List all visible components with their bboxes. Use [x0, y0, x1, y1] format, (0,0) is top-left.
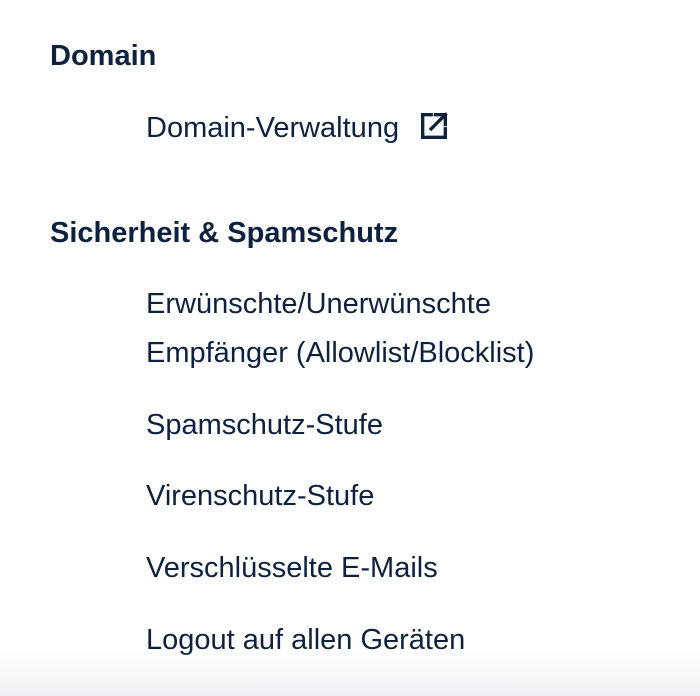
spam-protection-level-link[interactable]: Spamschutz-Stufe [146, 401, 383, 450]
allowlist-blocklist-link[interactable]: Erwünschte/Unerwünschte Empfänger (Allow… [146, 280, 606, 378]
logout-all-devices-link[interactable]: Logout auf allen Geräten [146, 616, 465, 665]
domain-management-link[interactable]: Domain-Verwaltung [146, 104, 451, 153]
section-heading-domain: Domain [50, 40, 157, 72]
virus-protection-level-link[interactable]: Virenschutz-Stufe [146, 472, 374, 521]
section-heading-security: Sicherheit & Spamschutz [50, 217, 399, 249]
encrypted-emails-link[interactable]: Verschlüsselte E-Mails [146, 544, 438, 593]
external-link-icon [421, 112, 448, 140]
domain-management-label: Domain-Verwaltung [146, 112, 400, 144]
